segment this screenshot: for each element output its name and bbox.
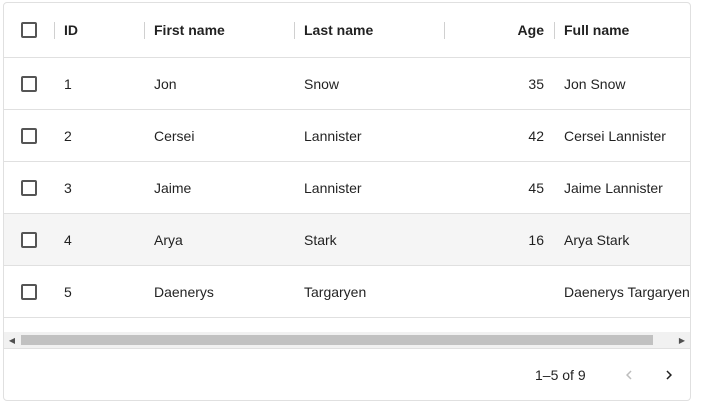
cell-first-name[interactable]: Arya bbox=[154, 214, 183, 265]
cell-age[interactable]: 35 bbox=[394, 58, 544, 109]
cell-full-name[interactable]: Arya Stark bbox=[564, 214, 629, 265]
scroll-left-arrow-icon[interactable]: ◀ bbox=[4, 332, 20, 348]
row-select-cell bbox=[4, 214, 54, 265]
table-row[interactable]: 5 Daenerys Targaryen Daenerys Targaryen bbox=[4, 266, 690, 318]
previous-page-button[interactable] bbox=[613, 359, 645, 391]
chevron-right-icon bbox=[666, 370, 672, 380]
cell-full-name[interactable]: Jon Snow bbox=[564, 58, 625, 109]
select-all-cell bbox=[4, 3, 54, 57]
row-checkbox[interactable] bbox=[21, 179, 37, 196]
cell-first-name[interactable]: Jon bbox=[154, 58, 177, 109]
column-header-last-name[interactable]: Last name bbox=[304, 3, 373, 57]
cell-last-name[interactable]: Lannister bbox=[304, 110, 362, 161]
horizontal-scrollbar[interactable]: ◀ ▶ bbox=[4, 332, 690, 348]
cell-full-name[interactable]: Daenerys Targaryen bbox=[564, 266, 690, 317]
cell-id[interactable]: 2 bbox=[64, 110, 72, 161]
cell-full-name[interactable]: Jaime Lannister bbox=[564, 162, 663, 213]
grid-header-row: ID First name Last name Age Full name bbox=[4, 3, 690, 58]
row-select-cell bbox=[4, 266, 54, 317]
pagination-displayed-rows: 1–5 of 9 bbox=[535, 367, 586, 383]
row-select-cell bbox=[4, 58, 54, 109]
cell-last-name[interactable]: Targaryen bbox=[304, 266, 366, 317]
cell-id[interactable]: 1 bbox=[64, 58, 72, 109]
cell-last-name[interactable]: Stark bbox=[304, 214, 337, 265]
cell-id[interactable]: 5 bbox=[64, 266, 72, 317]
cell-first-name[interactable]: Jaime bbox=[154, 162, 191, 213]
table-row[interactable]: 1 Jon Snow 35 Jon Snow bbox=[4, 58, 690, 110]
data-grid: ID First name Last name Age Full name 1 … bbox=[3, 2, 691, 401]
column-header-full-name[interactable]: Full name bbox=[564, 3, 629, 57]
chevron-left-icon bbox=[626, 370, 632, 380]
row-select-cell bbox=[4, 110, 54, 161]
table-row[interactable]: 3 Jaime Lannister 45 Jaime Lannister bbox=[4, 162, 690, 214]
column-separator[interactable] bbox=[144, 22, 145, 39]
row-checkbox[interactable] bbox=[21, 75, 37, 92]
row-checkbox[interactable] bbox=[21, 231, 37, 248]
cell-age[interactable]: 42 bbox=[394, 110, 544, 161]
column-separator[interactable] bbox=[54, 22, 55, 39]
scroll-right-arrow-icon[interactable]: ▶ bbox=[674, 332, 690, 348]
cell-id[interactable]: 4 bbox=[64, 214, 72, 265]
next-page-button[interactable] bbox=[653, 359, 685, 391]
cell-age[interactable] bbox=[394, 266, 544, 317]
select-all-checkbox[interactable] bbox=[21, 22, 37, 38]
column-header-first-name[interactable]: First name bbox=[154, 3, 225, 57]
row-checkbox[interactable] bbox=[21, 283, 37, 300]
table-row[interactable]: 4 Arya Stark 16 Arya Stark bbox=[4, 214, 690, 266]
column-separator[interactable] bbox=[554, 22, 555, 39]
cell-last-name[interactable]: Snow bbox=[304, 58, 339, 109]
row-select-cell bbox=[4, 162, 54, 213]
cell-first-name[interactable]: Cersei bbox=[154, 110, 194, 161]
cell-full-name[interactable]: Cersei Lannister bbox=[564, 110, 666, 161]
cell-first-name[interactable]: Daenerys bbox=[154, 266, 214, 317]
column-separator[interactable] bbox=[294, 22, 295, 39]
column-header-id[interactable]: ID bbox=[64, 3, 78, 57]
cell-id[interactable]: 3 bbox=[64, 162, 72, 213]
table-row[interactable]: 2 Cersei Lannister 42 Cersei Lannister bbox=[4, 110, 690, 162]
scrollbar-thumb[interactable] bbox=[21, 335, 653, 345]
grid-footer: 1–5 of 9 bbox=[4, 348, 690, 400]
cell-age[interactable]: 45 bbox=[394, 162, 544, 213]
column-header-age[interactable]: Age bbox=[394, 3, 544, 57]
cell-age[interactable]: 16 bbox=[394, 214, 544, 265]
row-checkbox[interactable] bbox=[21, 127, 37, 144]
cell-last-name[interactable]: Lannister bbox=[304, 162, 362, 213]
